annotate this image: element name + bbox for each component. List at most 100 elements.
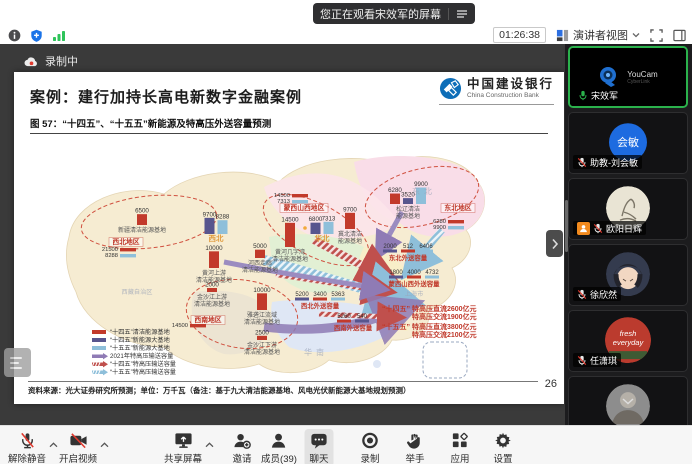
view-mode-switch[interactable]: 演讲者视图 xyxy=(556,27,640,43)
legend-arrow-head xyxy=(103,353,108,359)
legend-arrow-swatch xyxy=(92,355,103,359)
toolbar-button-label: 解除静音 xyxy=(8,451,46,464)
region-tag-bar xyxy=(292,194,308,197)
participant-tile-宋效军[interactable]: YouCam CyberLink宋效军 xyxy=(568,46,688,108)
security-shield-icon[interactable] xyxy=(30,29,43,42)
host-badge-icon xyxy=(577,222,590,235)
recording-indicator: 录制中 xyxy=(24,53,78,69)
toolbar-button-label: 录制 xyxy=(360,451,379,464)
banner-menu-icon[interactable] xyxy=(456,8,468,20)
south-china-sea-inset xyxy=(423,342,467,378)
map-region-name: 华北 xyxy=(315,233,330,243)
figure-title: 图 57：“十四五”、“十五五”新能源及特高压外送容量预测 xyxy=(30,116,548,134)
flow-bar xyxy=(425,276,439,279)
toolbar-hand-button[interactable]: 举手 xyxy=(400,429,429,464)
base-bar xyxy=(255,250,265,258)
cam-off-icon xyxy=(68,431,87,450)
base-name: 清洁能源基地 xyxy=(244,318,280,326)
record-icon xyxy=(360,431,379,450)
uhv-annotation: 特高压交流1900亿元 xyxy=(412,312,477,321)
meeting-toolbar: 解除静音开启视频共享屏幕邀请成员(39)聊天录制举手应用设置 离开会议 xyxy=(0,425,692,464)
chevron-down-icon xyxy=(632,32,640,38)
base-bar-value: 5000 xyxy=(253,243,267,250)
base-name: 清洁能源基地 xyxy=(194,300,230,308)
toolbar-caret-icon[interactable] xyxy=(100,435,109,453)
base-name: 能源基地 xyxy=(396,212,420,220)
flow-bar xyxy=(313,298,327,301)
region-tag-bar xyxy=(190,324,206,327)
ccb-logo-cn: 中国建设银行 xyxy=(467,78,554,92)
recording-label: 录制中 xyxy=(45,53,78,69)
participant-sidebar: YouCam CyberLink宋效军会敏助教-刘会敏 欧阳日辉 徐欣然 fre… xyxy=(565,44,692,425)
legend-arrow-head xyxy=(103,369,108,375)
hand-icon xyxy=(405,431,424,450)
participant-namebar: 助教-刘会敏 xyxy=(573,155,642,169)
base-bar-value: 10000 xyxy=(205,245,223,252)
sidebar-collapse-handle[interactable] xyxy=(546,230,563,257)
participant-tile-more[interactable] xyxy=(568,376,688,425)
status-bar: 01:26:38 演讲者视图 xyxy=(0,26,692,44)
base-bar xyxy=(218,220,228,234)
uhv-annotation: 特高压交流2100亿元 xyxy=(412,330,477,339)
toolbar-cam-off-button[interactable]: 开启视频 xyxy=(54,429,102,464)
toolbar-chat-button[interactable]: 聊天 xyxy=(304,429,333,464)
webcam-logo-icon xyxy=(598,65,622,89)
watching-banner[interactable]: 您正在观看宋效军的屏幕 xyxy=(313,3,475,24)
mic-muted-icon xyxy=(593,223,603,234)
base-bar-value: 9700 xyxy=(343,206,357,213)
toolbar-gear-button[interactable]: 设置 xyxy=(488,429,517,464)
toolbar-button-label: 邀请 xyxy=(232,451,251,464)
base-bar xyxy=(324,222,334,234)
legend-swatch xyxy=(92,338,106,342)
invite-icon xyxy=(232,431,251,450)
meeting-timer: 01:26:38 xyxy=(493,27,546,43)
view-mode-label: 演讲者视图 xyxy=(573,27,628,43)
flow-value: 4000 xyxy=(407,270,421,276)
flow-bar xyxy=(337,320,351,323)
toolbar-members-button[interactable]: 成员(39) xyxy=(256,429,302,464)
region-tag-bar xyxy=(448,220,464,223)
network-signal-icon[interactable] xyxy=(52,29,66,42)
collapse-videos-button[interactable] xyxy=(615,395,641,408)
flow-value: 5260 xyxy=(337,314,351,320)
sidebar-scrollbar[interactable] xyxy=(565,200,568,252)
flow-bar xyxy=(407,276,421,279)
meeting-info-icon[interactable] xyxy=(8,29,21,42)
toolbar-screen-button[interactable]: 共享屏幕 xyxy=(159,429,207,464)
side-panel-toggle-icon[interactable] xyxy=(673,29,686,42)
participant-name: 助教-刘会敏 xyxy=(590,156,638,169)
base-bar xyxy=(205,218,215,234)
fullscreen-icon[interactable] xyxy=(650,29,663,42)
flow-value: 1800 xyxy=(389,270,403,276)
flow-bar xyxy=(389,276,403,279)
video-splash-text: YouCam xyxy=(627,70,657,79)
uhv-annotation: “十四五” 特高压直流2600亿元 xyxy=(382,304,477,313)
base-bar xyxy=(285,223,295,247)
toolbar-button-label: 设置 xyxy=(493,451,512,464)
base-bar-value: 2500 xyxy=(255,329,269,336)
svg-text:fresh: fresh xyxy=(620,329,637,338)
toolbar-apps-button[interactable]: 应用 xyxy=(445,429,474,464)
toolbar-mic-off-button[interactable]: 解除静音 xyxy=(3,429,51,464)
base-bar xyxy=(257,293,267,310)
participant-tile-徐欣然[interactable]: 徐欣然 xyxy=(568,244,688,306)
participant-tile-任潇琪[interactable]: fresh everyday任潇琪 xyxy=(568,310,688,372)
base-name: 河西走廊 xyxy=(248,259,272,267)
toolbar-caret-icon[interactable] xyxy=(205,435,214,453)
mic-muted-icon xyxy=(577,289,587,300)
participant-namebar: 宋效军 xyxy=(574,88,622,102)
toolbar-invite-button[interactable]: 邀请 xyxy=(227,429,256,464)
toolbar-record-button[interactable]: 录制 xyxy=(355,429,384,464)
mic-on-icon xyxy=(578,90,588,101)
participant-name: 徐欣然 xyxy=(590,288,617,301)
flow-bar xyxy=(383,250,397,253)
ccb-logo-en: China Construction Bank xyxy=(467,92,554,99)
annotation-tab[interactable] xyxy=(4,348,31,377)
participant-tile-欧阳日辉[interactable]: 欧阳日辉 xyxy=(568,178,688,240)
flow-value: 5363 xyxy=(331,292,345,298)
participant-namebar: 欧阳日辉 xyxy=(573,221,646,235)
toolbar-button-label: 应用 xyxy=(450,451,469,464)
participant-tile-助教-刘会敏[interactable]: 会敏助教-刘会敏 xyxy=(568,112,688,174)
region-tag-value: 9900 xyxy=(433,225,446,231)
ccb-logo: 中国建设银行 China Construction Bank xyxy=(439,77,554,105)
